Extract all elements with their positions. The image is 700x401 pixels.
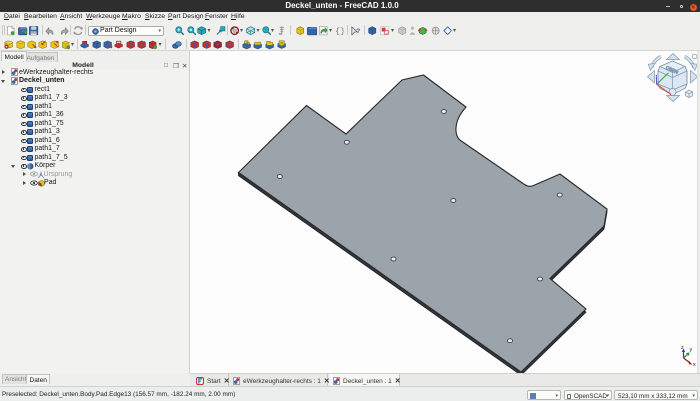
svg-text:y: y <box>690 347 693 353</box>
svg-text:z: z <box>681 345 684 351</box>
svg-text:x: x <box>693 362 696 368</box>
svg-text:?: ? <box>356 27 360 34</box>
svg-text:{}: {} <box>335 26 344 35</box>
